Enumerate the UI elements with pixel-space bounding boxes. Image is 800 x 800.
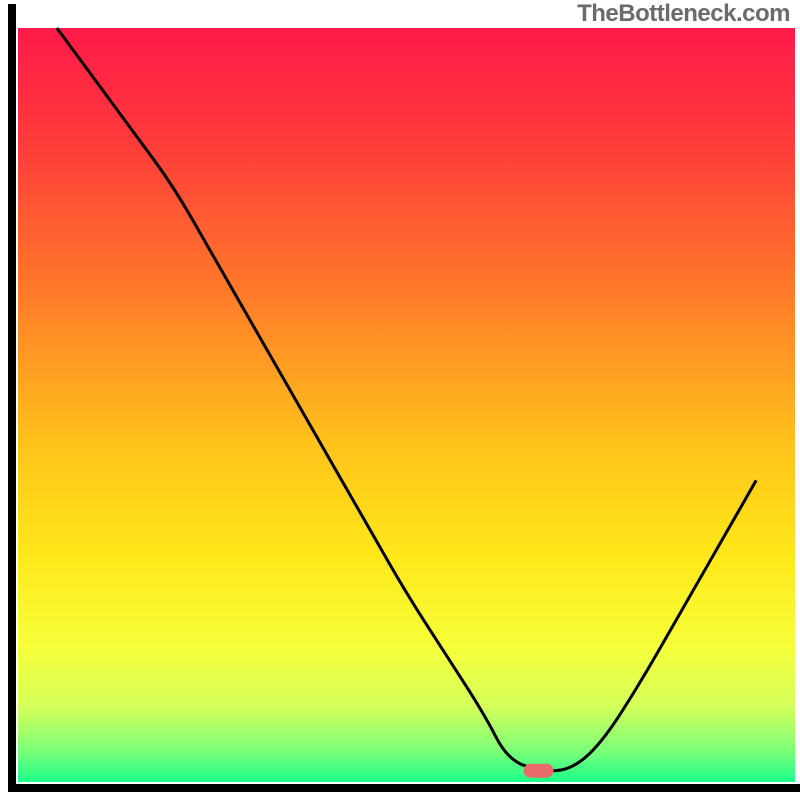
gradient-background: [18, 28, 795, 782]
site-watermark: TheBottleneck.com: [577, 0, 790, 28]
optimal-marker: [524, 764, 554, 778]
chart-canvas: [0, 0, 800, 800]
bottleneck-chart: TheBottleneck.com: [0, 0, 800, 800]
